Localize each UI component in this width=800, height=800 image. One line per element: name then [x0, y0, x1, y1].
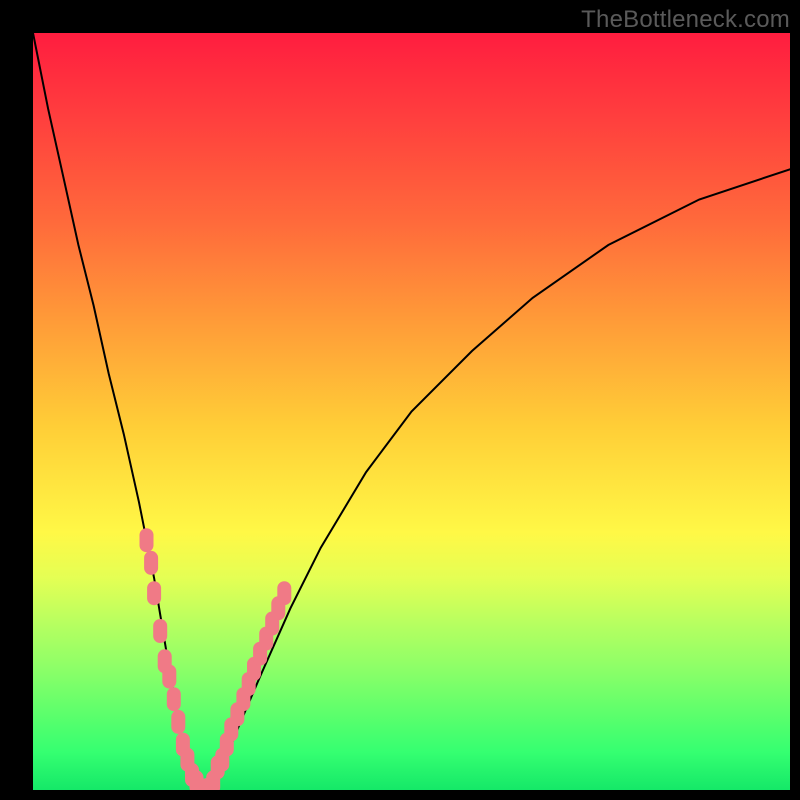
bottleneck-curve: [33, 33, 790, 790]
watermark-text: TheBottleneck.com: [581, 6, 790, 34]
highlight-marker: [144, 551, 158, 575]
highlight-marker: [171, 710, 185, 734]
highlight-marker: [277, 581, 291, 605]
highlight-marker: [167, 687, 181, 711]
chart-plot-area: [33, 33, 790, 790]
chart-svg: [33, 33, 790, 790]
highlight-marker: [140, 528, 154, 552]
highlight-marker: [147, 581, 161, 605]
highlight-marker: [162, 665, 176, 689]
highlight-marker: [153, 619, 167, 643]
